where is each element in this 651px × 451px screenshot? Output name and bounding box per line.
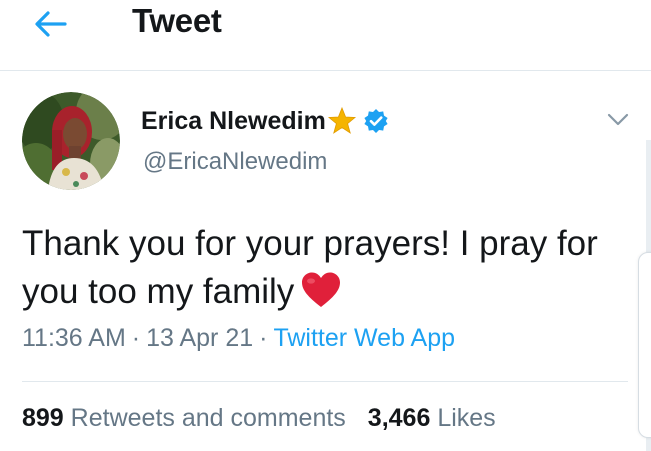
likes-label: Likes [437, 404, 496, 432]
verified-badge-icon [363, 108, 389, 134]
tweet-stats: 899 Retweets and comments 3,466 Likes [22, 404, 496, 433]
retweets-count: 899 [22, 404, 64, 432]
separator: · [259, 324, 268, 352]
divider [22, 381, 628, 382]
author-handle[interactable]: @EricaNlewedim [143, 148, 327, 176]
tweet-meta: 11:36 AM · 13 Apr 21 · Twitter Web App [22, 324, 455, 353]
likes-stat[interactable]: 3,466 Likes [368, 404, 496, 432]
star-icon [327, 106, 357, 136]
tweet-date[interactable]: 13 Apr 21 [146, 324, 253, 352]
retweets-stat[interactable]: 899 Retweets and comments [22, 404, 346, 432]
tweet-time[interactable]: 11:36 AM [22, 324, 126, 352]
tweet-source-link[interactable]: Twitter Web App [273, 324, 455, 352]
side-panel-edge [638, 252, 651, 438]
arrow-left-icon [35, 11, 67, 37]
display-name[interactable]: Erica Nlewedim [141, 107, 326, 136]
tweet-detail-page: Tweet Erica Nlewedim @EricaNlewedim Than… [0, 0, 651, 451]
avatar[interactable] [22, 92, 120, 190]
likes-count: 3,466 [367, 404, 431, 432]
author-name-row[interactable]: Erica Nlewedim [141, 103, 389, 139]
retweets-label: Retweets and comments [70, 404, 346, 432]
separator: · [131, 324, 141, 352]
back-button[interactable] [28, 6, 72, 42]
page-title: Tweet [132, 2, 222, 39]
red-heart-emoji [300, 271, 342, 322]
more-options-button[interactable] [604, 108, 632, 132]
chevron-down-icon [607, 113, 629, 126]
top-bar: Tweet [0, 0, 651, 71]
tweet-text-block: Thank you for your prayers! I pray for y… [22, 220, 622, 322]
